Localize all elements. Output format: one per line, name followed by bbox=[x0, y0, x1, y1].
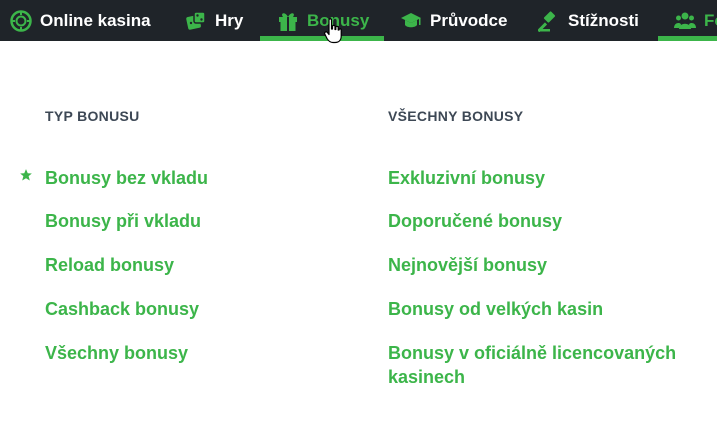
users-icon bbox=[674, 12, 696, 29]
tab-underline-partial bbox=[658, 36, 717, 41]
link-bonusy-od-velkych-kasin[interactable]: Bonusy od velkých kasin bbox=[388, 297, 603, 321]
column-heading-vsechny-bonusy: VŠECHNY BONUSY bbox=[388, 108, 524, 124]
nav-label: Průvodce bbox=[430, 10, 508, 30]
active-tab-underline bbox=[260, 36, 384, 41]
nav-label: Stížnosti bbox=[568, 10, 639, 30]
nav-item-hry[interactable]: Hry bbox=[185, 0, 243, 41]
link-bonusy-licencovane-line2[interactable]: kasinech bbox=[388, 365, 465, 389]
link-doporucene-bonusy[interactable]: Doporučené bonusy bbox=[388, 209, 562, 233]
gift-icon bbox=[279, 12, 297, 31]
poker-chip-icon bbox=[10, 9, 32, 32]
nav-label: Online kasina bbox=[40, 10, 151, 30]
dice-icon bbox=[186, 10, 206, 30]
nav-item-stiznosti[interactable]: Stížnosti bbox=[538, 0, 639, 41]
link-reload-bonusy[interactable]: Reload bonusy bbox=[45, 253, 174, 277]
column-heading-typ-bonusu: TYP BONUSU bbox=[45, 108, 140, 124]
graduation-cap-icon bbox=[401, 12, 421, 27]
link-cashback-bonusy[interactable]: Cashback bonusy bbox=[45, 297, 199, 321]
link-exkluzivni-bonusy[interactable]: Exkluzivní bonusy bbox=[388, 166, 545, 190]
nav-label: Hry bbox=[215, 10, 244, 30]
link-bonusy-pri-vkladu[interactable]: Bonusy při vkladu bbox=[45, 209, 201, 233]
link-vsechny-bonusy[interactable]: Všechny bonusy bbox=[45, 341, 188, 365]
link-nejnovejsi-bonusy[interactable]: Nejnovější bonusy bbox=[388, 253, 547, 277]
nav-item-online-kasina[interactable]: Online kasina bbox=[10, 0, 151, 41]
top-navigation: Online kasina Hry Bonusy Průvodce Stížno… bbox=[0, 0, 717, 41]
link-bonusy-licencovane-line1[interactable]: Bonusy v oficiálně licencovaných bbox=[388, 341, 676, 365]
nav-item-pruvodce[interactable]: Průvodce bbox=[400, 0, 507, 41]
gavel-icon bbox=[538, 10, 556, 32]
star-icon bbox=[20, 169, 32, 181]
link-bonusy-bez-vkladu[interactable]: Bonusy bez vkladu bbox=[45, 166, 208, 190]
nav-item-forum[interactable]: Fo bbox=[674, 0, 717, 41]
hand-pointer-icon bbox=[324, 18, 342, 44]
nav-label: Fo bbox=[704, 10, 717, 30]
